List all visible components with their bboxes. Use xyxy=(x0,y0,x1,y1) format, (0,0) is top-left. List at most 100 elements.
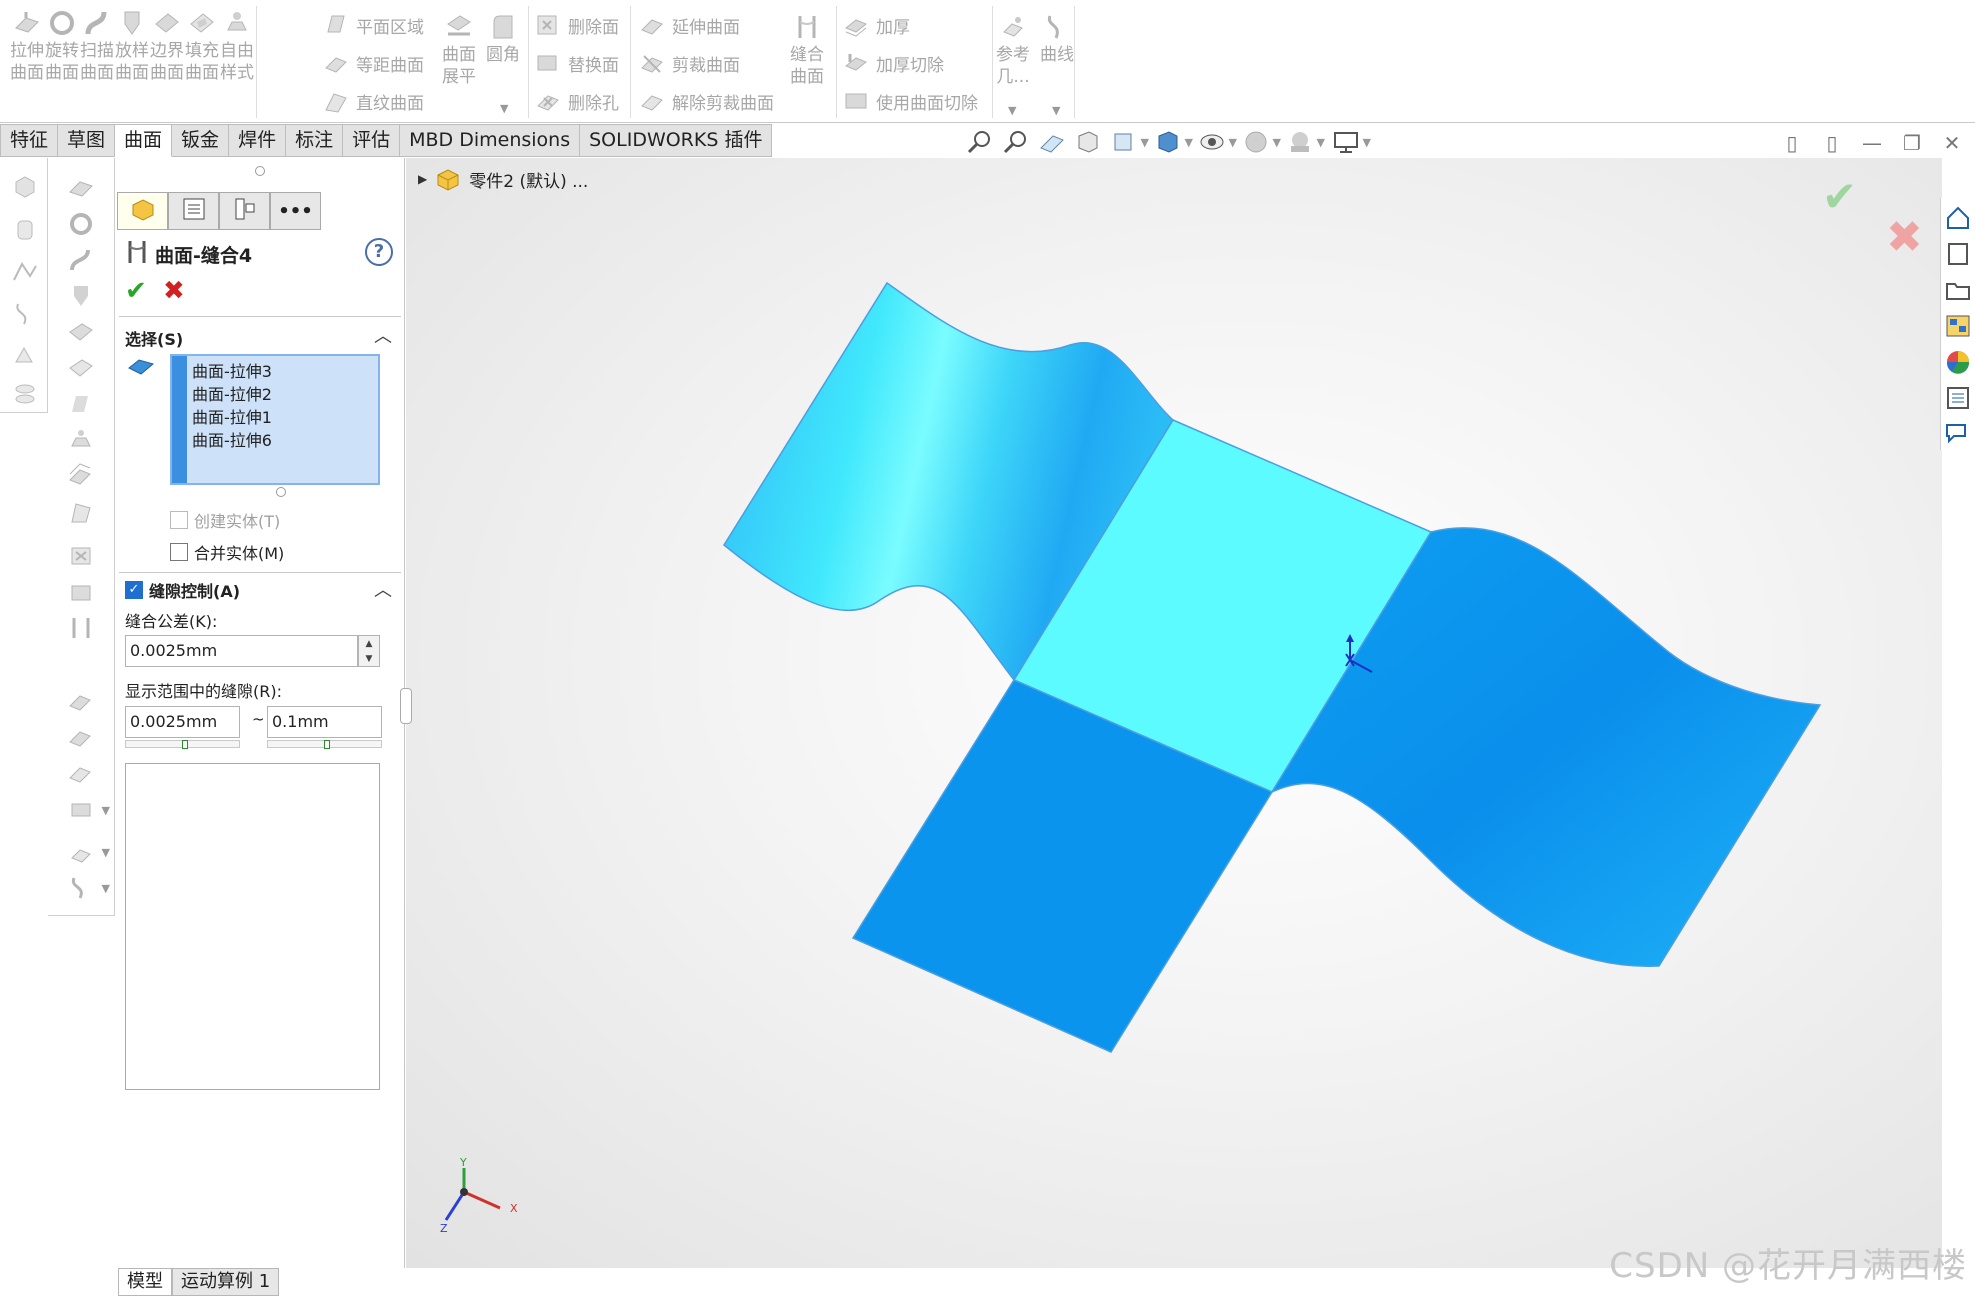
gap-control-checkbox[interactable]: ✓ xyxy=(125,581,143,599)
offset-surface-button[interactable]: 等距曲面 xyxy=(322,50,424,76)
knit-tolerance-spinner[interactable]: ▲ ▼ xyxy=(358,635,380,667)
pattern-icon[interactable] xyxy=(10,380,40,408)
collapse-chevron-icon[interactable]: ︿ xyxy=(374,322,392,348)
ok-button[interactable]: ✔ xyxy=(125,276,147,306)
view-settings-icon[interactable]: ▼ xyxy=(1331,128,1371,156)
curves-dropdown-icon[interactable]: ▼ xyxy=(1052,104,1060,117)
thickened-cut-button[interactable]: 加厚切除 xyxy=(842,50,944,76)
reference-geometry-icon[interactable]: ▼ xyxy=(66,838,110,866)
knit-surface-icon[interactable] xyxy=(66,614,96,642)
tab-sketch[interactable]: 草图 xyxy=(58,124,116,157)
tab-surfaces[interactable]: 曲面 xyxy=(115,124,173,157)
list-item[interactable]: 曲面-拉伸2 xyxy=(192,383,272,406)
gap-range-max-slider[interactable] xyxy=(267,740,382,749)
property-manager-tab[interactable] xyxy=(168,192,219,230)
view-orientation-icon[interactable]: ▼ xyxy=(1109,128,1149,156)
box-icon[interactable] xyxy=(10,172,40,200)
spin-up-icon[interactable]: ▲ xyxy=(366,639,373,649)
gaps-list[interactable] xyxy=(125,763,380,1090)
minimize-icon[interactable]: — xyxy=(1861,132,1883,154)
edit-appearance-icon[interactable]: ▼ xyxy=(1241,128,1281,156)
extend-surface-icon[interactable] xyxy=(66,688,96,716)
merge-entities-checkbox[interactable] xyxy=(170,543,188,561)
ruled-surface-button[interactable]: 直纹曲面 xyxy=(322,88,424,114)
home-icon[interactable] xyxy=(1944,204,1972,232)
untrim-surface-icon[interactable] xyxy=(66,760,96,788)
confirm-ok-icon[interactable]: ✔ xyxy=(1822,172,1857,221)
merge-entities-option[interactable]: 合并实体(M) xyxy=(170,540,284,564)
reference-geometry-dropdown-icon[interactable]: ▼ xyxy=(102,846,110,859)
trim-surface-icon[interactable] xyxy=(66,724,96,752)
sketch-line-icon[interactable] xyxy=(10,258,40,286)
gap-control-option[interactable]: ✓ 缝隙控制(A) xyxy=(125,578,240,602)
knitted-surface-model[interactable] xyxy=(406,158,1942,1268)
freeform-button[interactable]: 自由 样式 xyxy=(220,8,254,84)
list-item[interactable]: 曲面-拉伸6 xyxy=(192,429,272,452)
tile-left-icon[interactable]: ▯ xyxy=(1781,132,1803,154)
graphics-area[interactable]: Y X Z xyxy=(406,158,1942,1268)
gap-range-min-input[interactable]: 0.0025mm xyxy=(125,706,240,738)
slider-thumb[interactable] xyxy=(323,740,330,749)
forum-icon[interactable] xyxy=(1944,420,1972,448)
curves-dropdown-icon[interactable]: ▼ xyxy=(102,882,110,895)
planar-surface-icon[interactable] xyxy=(66,390,96,418)
planar-surface-button[interactable]: 平面区域 xyxy=(322,12,424,38)
splitter-handle-icon[interactable] xyxy=(255,166,265,176)
spin-down-icon[interactable]: ▼ xyxy=(366,654,373,664)
thicken-icon[interactable]: ▼ xyxy=(66,796,110,824)
tab-mbd-dimensions[interactable]: MBD Dimensions xyxy=(400,124,581,157)
lofted-surface-icon[interactable] xyxy=(66,282,96,310)
gap-range-max-input[interactable]: 0.1mm xyxy=(267,706,382,738)
tab-solidworks-addins[interactable]: SOLIDWORKS 插件 xyxy=(580,124,773,157)
list-item[interactable]: 曲面-拉伸1 xyxy=(192,406,272,429)
slider-thumb[interactable] xyxy=(181,740,188,749)
boundary-surface-button[interactable]: 边界 曲面 xyxy=(150,8,184,84)
filled-surface-icon[interactable] xyxy=(66,354,96,382)
create-solid-option[interactable]: 创建实体(T) xyxy=(170,508,280,532)
restore-icon[interactable]: ❐ xyxy=(1901,132,1923,154)
extend-surface-button[interactable]: 延伸曲面 xyxy=(638,12,740,38)
view-palette-icon[interactable] xyxy=(1944,312,1972,340)
feature-manager-tab[interactable] xyxy=(117,192,168,230)
trim-surface-button[interactable]: 剪裁曲面 xyxy=(638,50,740,76)
list-item[interactable]: 曲面-拉伸3 xyxy=(192,360,272,383)
delete-hole-button[interactable]: 删除孔 xyxy=(534,88,619,114)
curves-icon[interactable]: ▼ xyxy=(66,874,110,902)
revolved-surface-icon[interactable] xyxy=(66,210,96,238)
replace-face-icon[interactable] xyxy=(66,578,96,606)
collapse-chevron-icon[interactable]: ︿ xyxy=(374,576,392,602)
appearances-icon[interactable] xyxy=(1944,348,1972,376)
tab-weldments[interactable]: 焊件 xyxy=(229,124,287,157)
section-view-icon[interactable] xyxy=(1073,128,1103,156)
boundary-surface-icon[interactable] xyxy=(66,318,96,346)
fillet-button[interactable]: 圆角 xyxy=(486,12,520,66)
design-library-icon[interactable] xyxy=(1944,240,1972,268)
ruled-surface-icon[interactable] xyxy=(66,498,96,526)
tile-right-icon[interactable]: ▯ xyxy=(1821,132,1843,154)
help-button[interactable]: ? xyxy=(365,238,393,266)
cylinder-icon[interactable] xyxy=(10,216,40,244)
reference-geometry-button[interactable]: 参考 几... xyxy=(996,12,1030,88)
revolved-surface-button[interactable]: 旋转 曲面 xyxy=(45,8,79,84)
panel-collapse-handle-icon[interactable] xyxy=(400,688,412,724)
untrim-surface-button[interactable]: 解除剪裁曲面 xyxy=(638,88,774,114)
configuration-manager-tab[interactable] xyxy=(219,192,270,230)
previous-view-icon[interactable] xyxy=(1037,128,1067,156)
thicken-dropdown-icon[interactable]: ▼ xyxy=(102,804,110,817)
list-resize-handle-icon[interactable] xyxy=(276,487,286,497)
apply-scene-icon[interactable]: ▼ xyxy=(1285,128,1325,156)
extruded-surface-icon[interactable] xyxy=(66,174,96,202)
more-tabs-button[interactable]: ••• xyxy=(270,192,321,230)
tab-evaluate[interactable]: 评估 xyxy=(343,124,401,157)
cancel-button[interactable]: ✖ xyxy=(163,276,185,306)
tab-annotation[interactable]: 标注 xyxy=(286,124,344,157)
selections-group-header[interactable]: 选择(S) xyxy=(125,326,183,350)
tab-motion-study-1[interactable]: 运动算例 1 xyxy=(172,1268,280,1296)
curves-button[interactable]: 曲线 xyxy=(1040,12,1074,66)
surface-flatten-button[interactable]: 曲面 展平 xyxy=(442,12,476,88)
offset-surface-icon[interactable] xyxy=(66,462,96,490)
selected-surfaces-list[interactable]: 曲面-拉伸3 曲面-拉伸2 曲面-拉伸1 曲面-拉伸6 xyxy=(170,354,380,485)
create-solid-checkbox[interactable] xyxy=(170,511,188,529)
mirror-icon[interactable] xyxy=(10,342,40,370)
expand-arrow-icon[interactable]: ▶ xyxy=(418,172,427,186)
